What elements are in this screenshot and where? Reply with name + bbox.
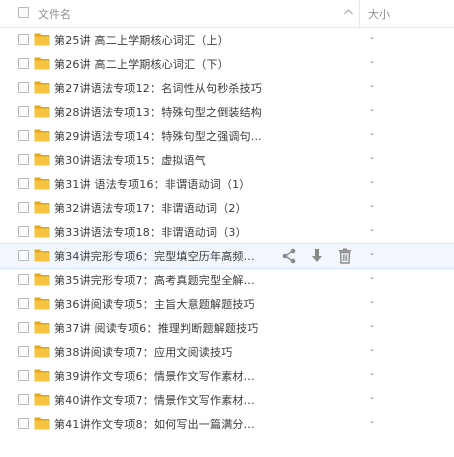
file-list-header: 文件名 大小 (0, 0, 454, 28)
download-icon[interactable] (308, 247, 326, 265)
file-name-link[interactable]: 第37讲 阅读专项6：推理判断题解题技巧 (54, 320, 259, 336)
row-checkbox[interactable] (18, 82, 29, 93)
file-row[interactable]: 第27讲语法专项12：名词性从句秒杀技巧 - (0, 76, 454, 100)
file-size: - (370, 343, 374, 356)
row-checkbox[interactable] (18, 106, 29, 117)
folder-icon (34, 225, 50, 238)
file-name-link[interactable]: 第33讲语法专项18：非谓语动词（3） (54, 224, 247, 240)
file-name-link[interactable]: 第41讲作文专项8：如何写出一篇满分... (54, 416, 255, 432)
folder-icon (34, 177, 50, 190)
file-size: - (370, 319, 374, 332)
row-checkbox[interactable] (18, 202, 29, 213)
file-name-link[interactable]: 第30讲语法专项15：虚拟语气 (54, 152, 206, 168)
file-size: - (370, 223, 374, 236)
share-icon[interactable] (280, 247, 298, 265)
file-name-link[interactable]: 第35讲完形专项7：高考真题完型全解... (54, 272, 255, 288)
row-checkbox[interactable] (18, 418, 29, 429)
folder-icon (34, 417, 50, 430)
file-size: - (370, 367, 374, 380)
file-size: - (370, 295, 374, 308)
file-size: - (370, 247, 374, 260)
file-size: - (370, 175, 374, 188)
folder-icon (34, 129, 50, 142)
folder-icon (34, 249, 50, 262)
file-name-link[interactable]: 第32讲语法专项17：非谓语动词（2） (54, 200, 247, 216)
file-row[interactable]: 第36讲阅读专项5：主旨大意题解题技巧 - (0, 292, 454, 316)
folder-icon (34, 297, 50, 310)
folder-icon (34, 321, 50, 334)
file-size: - (370, 199, 374, 212)
file-row[interactable]: 第41讲作文专项8：如何写出一篇满分... - (0, 412, 454, 436)
file-size: - (370, 103, 374, 116)
file-size: - (370, 391, 374, 404)
row-checkbox[interactable] (18, 394, 29, 405)
row-checkbox[interactable] (18, 154, 29, 165)
file-name-link[interactable]: 第29讲语法专项14：特殊句型之强调句... (54, 128, 262, 144)
file-size: - (370, 415, 374, 428)
folder-icon (34, 273, 50, 286)
row-checkbox[interactable] (18, 274, 29, 285)
row-checkbox[interactable] (18, 250, 29, 261)
folder-icon (34, 345, 50, 358)
file-size: - (370, 55, 374, 68)
file-row[interactable]: 第34讲完形专项6：完型填空历年高频... - (0, 243, 454, 269)
file-row[interactable]: 第26讲 高二上学期核心词汇（下） - (0, 52, 454, 76)
row-checkbox[interactable] (18, 178, 29, 189)
file-row[interactable]: 第35讲完形专项7：高考真题完型全解... - (0, 268, 454, 292)
file-row[interactable]: 第39讲作文专项6：情景作文写作素材... - (0, 364, 454, 388)
folder-icon (34, 105, 50, 118)
file-name-link[interactable]: 第26讲 高二上学期核心词汇（下） (54, 56, 229, 72)
folder-icon (34, 81, 50, 94)
folder-icon (34, 153, 50, 166)
file-name-link[interactable]: 第39讲作文专项6：情景作文写作素材... (54, 368, 255, 384)
file-name-link[interactable]: 第40讲作文专项7：情景作文写作素材... (54, 392, 255, 408)
row-checkbox[interactable] (18, 346, 29, 357)
row-checkbox[interactable] (18, 298, 29, 309)
row-checkbox[interactable] (18, 322, 29, 333)
row-checkbox[interactable] (18, 130, 29, 141)
file-row[interactable]: 第29讲语法专项14：特殊句型之强调句... - (0, 124, 454, 148)
folder-icon (34, 57, 50, 70)
row-checkbox[interactable] (18, 58, 29, 69)
folder-icon (34, 393, 50, 406)
file-name-link[interactable]: 第31讲 语法专项16：非谓语动词（1） (54, 176, 251, 192)
file-row[interactable]: 第38讲阅读专项7：应用文阅读技巧 - (0, 340, 454, 364)
file-size: - (370, 271, 374, 284)
file-list: 第25讲 高二上学期核心词汇（上） - 第26讲 高二上学期核心词汇（下） - 第27讲… (0, 28, 454, 436)
folder-icon (34, 201, 50, 214)
file-row[interactable]: 第25讲 高二上学期核心词汇（上） - (0, 28, 454, 52)
file-size: - (370, 127, 374, 140)
file-name-link[interactable]: 第34讲完形专项6：完型填空历年高频... (54, 248, 255, 264)
row-checkbox[interactable] (18, 226, 29, 237)
file-row[interactable]: 第37讲 阅读专项6：推理判断题解题技巧 - (0, 316, 454, 340)
file-row[interactable]: 第40讲作文专项7：情景作文写作素材... - (0, 388, 454, 412)
file-size: - (370, 151, 374, 164)
column-header-size[interactable]: 大小 (368, 6, 390, 22)
column-divider[interactable] (359, 0, 360, 27)
file-size: - (370, 79, 374, 92)
column-header-filename[interactable]: 文件名 (38, 6, 71, 22)
chevron-up-icon[interactable] (344, 8, 353, 18)
file-row[interactable]: 第31讲 语法专项16：非谓语动词（1） - (0, 172, 454, 196)
file-row[interactable]: 第28讲语法专项13：特殊句型之倒装结构 - (0, 100, 454, 124)
file-row[interactable]: 第33讲语法专项18：非谓语动词（3） - (0, 220, 454, 244)
row-checkbox[interactable] (18, 34, 29, 45)
file-row[interactable]: 第30讲语法专项15：虚拟语气 - (0, 148, 454, 172)
file-name-link[interactable]: 第27讲语法专项12：名词性从句秒杀技巧 (54, 80, 262, 96)
file-name-link[interactable]: 第28讲语法专项13：特殊句型之倒装结构 (54, 104, 262, 120)
file-name-link[interactable]: 第38讲阅读专项7：应用文阅读技巧 (54, 344, 232, 360)
row-checkbox[interactable] (18, 370, 29, 381)
file-row[interactable]: 第32讲语法专项17：非谓语动词（2） - (0, 196, 454, 220)
select-all-checkbox[interactable] (18, 7, 29, 18)
file-name-link[interactable]: 第36讲阅读专项5：主旨大意题解题技巧 (54, 296, 255, 312)
delete-icon[interactable] (336, 247, 354, 265)
folder-icon (34, 369, 50, 382)
file-name-link[interactable]: 第25讲 高二上学期核心词汇（上） (54, 32, 229, 48)
folder-icon (34, 33, 50, 46)
file-size: - (370, 31, 374, 44)
